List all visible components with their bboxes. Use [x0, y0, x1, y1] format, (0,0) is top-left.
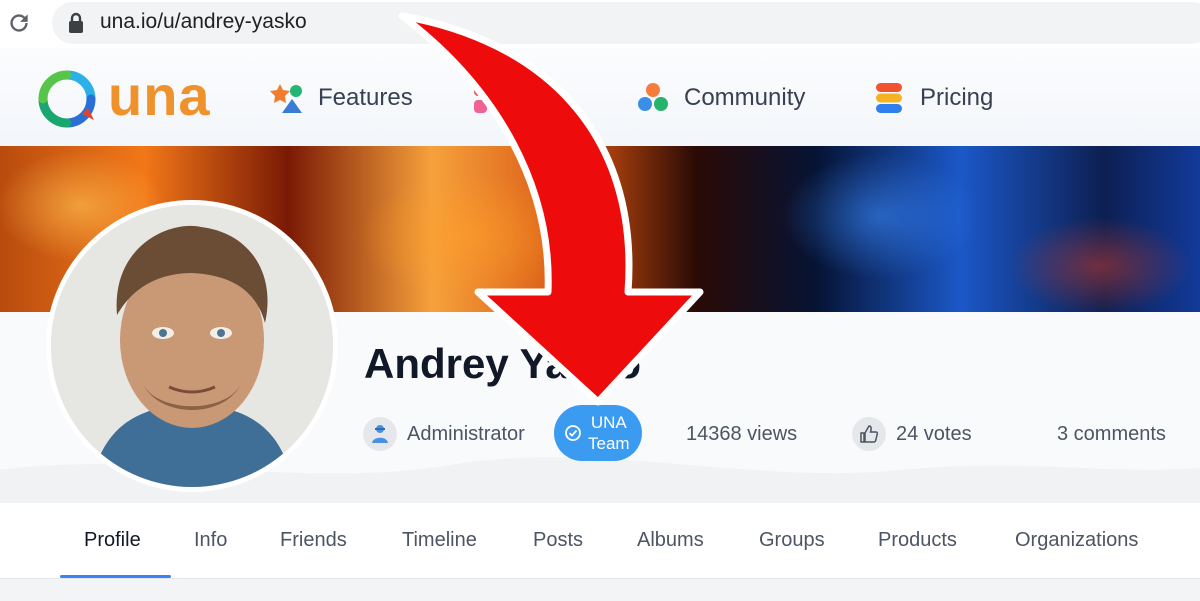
tab-posts[interactable]: Posts — [533, 529, 583, 552]
profile-name: Andrey Yasko — [364, 340, 642, 387]
badge-line-2: Team — [588, 434, 630, 453]
tab-friends[interactable]: Friends — [280, 529, 347, 552]
tab-albums[interactable]: Albums — [637, 529, 704, 552]
nav-community[interactable]: Community — [636, 78, 805, 118]
role-text: Administrator — [407, 422, 525, 445]
comments-count[interactable]: 3 comments — [1057, 416, 1166, 452]
tab-products[interactable]: Products — [878, 529, 957, 552]
tab-profile[interactable]: Profile — [84, 529, 141, 552]
tab-timeline[interactable]: Timeline — [402, 529, 477, 552]
nav-features-label: Features — [318, 84, 413, 111]
nav-pricing-label: Pricing — [920, 84, 994, 111]
tab-organizations[interactable]: Organizations — [1015, 529, 1138, 552]
votes-button[interactable]: 24 votes — [852, 416, 972, 452]
badge-line-1: UNA — [590, 413, 627, 432]
avatar[interactable] — [46, 200, 338, 492]
una-team-badge[interactable]: UNA Team — [554, 405, 642, 461]
active-tab-indicator — [60, 575, 171, 578]
features-icon — [270, 84, 302, 113]
nav-features[interactable]: Features — [270, 78, 413, 118]
role-label[interactable]: Administrator — [363, 416, 525, 452]
verified-icon — [565, 425, 581, 441]
nav-community-label: Community — [684, 84, 806, 111]
community-icon — [638, 83, 668, 111]
browser-address-bar: una.io/u/andrey-yasko — [0, 0, 1200, 48]
pricing-icon — [876, 83, 902, 113]
page: una.io/u/andrey-yasko una Features Commu… — [0, 0, 1200, 601]
una-logo-icon[interactable] — [38, 70, 96, 128]
tab-groups[interactable]: Groups — [759, 529, 825, 552]
administrator-icon — [363, 417, 397, 451]
votes-text: 24 votes — [896, 422, 972, 445]
views-count: 14368 views — [686, 416, 797, 452]
tab-info[interactable]: Info — [194, 529, 227, 552]
logo-text[interactable]: una — [108, 66, 211, 126]
nav-pricing[interactable]: Pricing — [872, 78, 993, 118]
reload-icon[interactable] — [6, 10, 32, 36]
thumbs-up-icon — [852, 417, 886, 451]
views-text: 14368 views — [686, 422, 798, 445]
apps-icon — [474, 83, 504, 113]
url-text: una.io/u/andrey-yasko — [100, 10, 307, 33]
lock-icon — [69, 12, 83, 33]
avatar-photo — [51, 205, 333, 487]
comments-text: 3 comments — [1057, 422, 1166, 445]
nav-apps[interactable] — [472, 78, 520, 118]
